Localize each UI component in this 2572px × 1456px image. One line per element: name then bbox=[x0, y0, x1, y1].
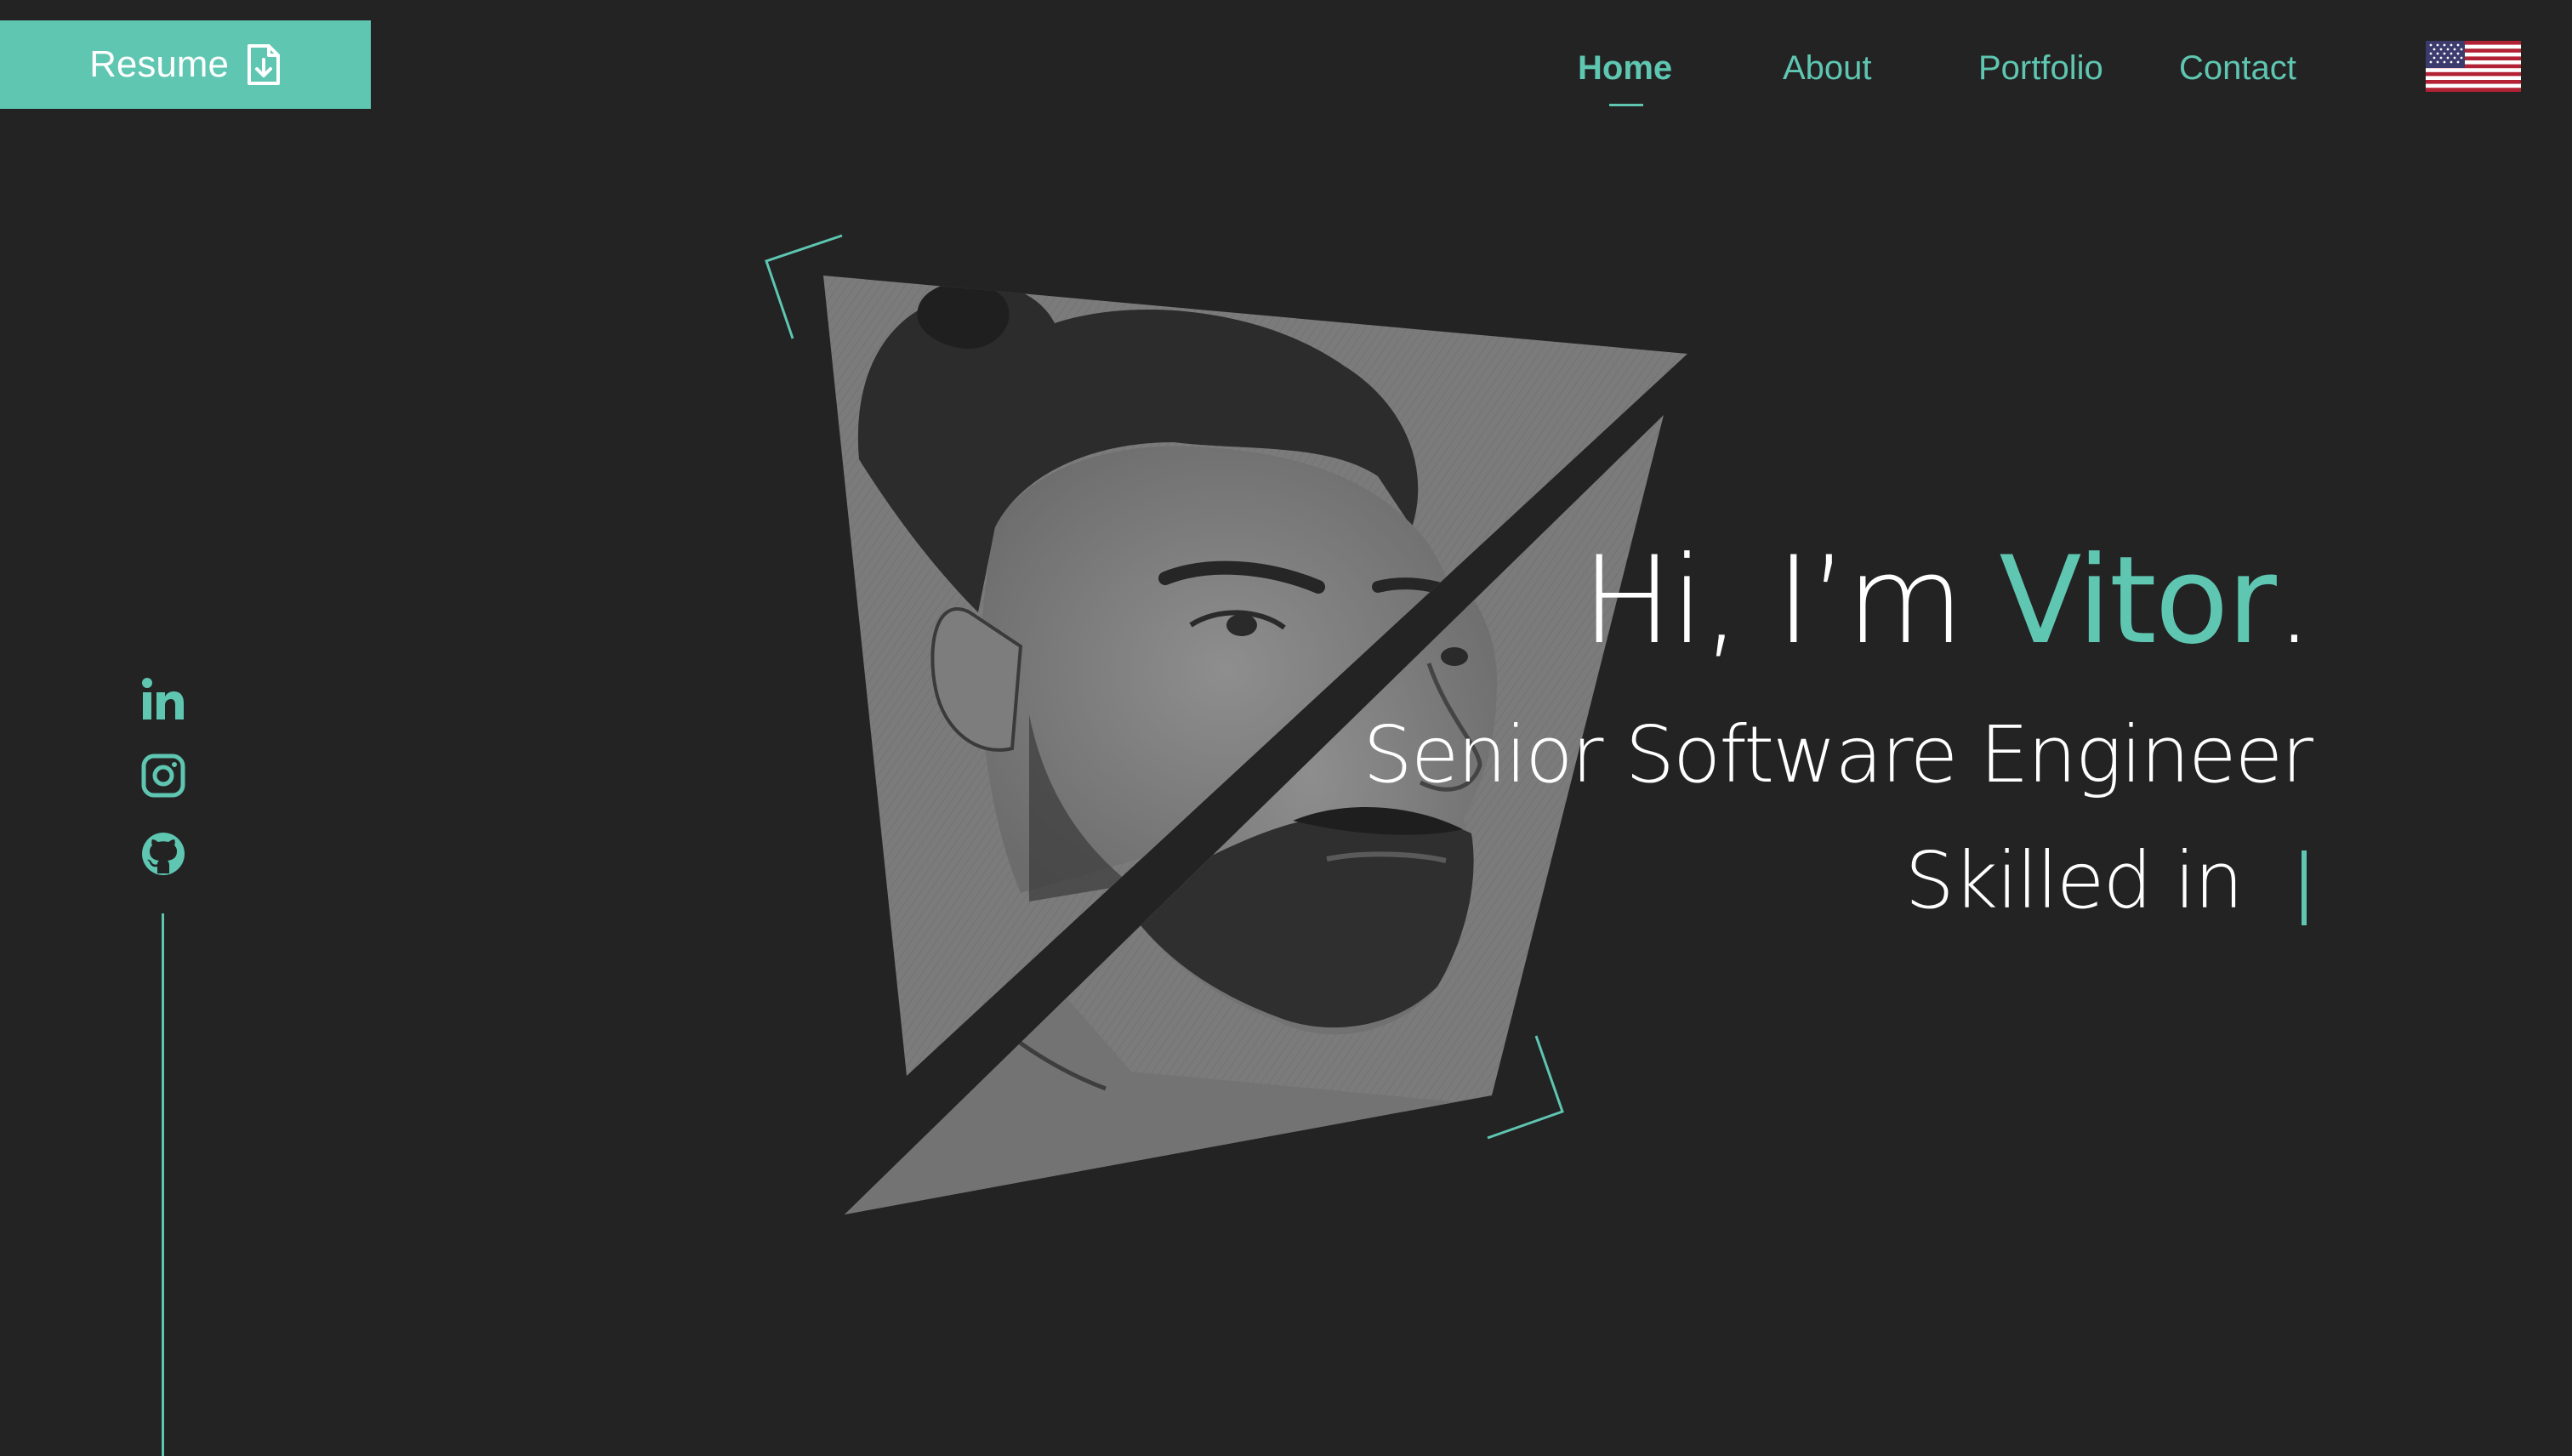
greeting-text: Hi, I’m bbox=[1581, 531, 2000, 671]
hero-name-suffix: . bbox=[2274, 531, 2313, 671]
hero-job-title: Senior Software Engineer bbox=[1363, 709, 2313, 800]
hero-name: Vitor bbox=[1999, 531, 2276, 671]
typing-cursor bbox=[2302, 850, 2307, 925]
hero-greeting: Hi, I’m Vitor. bbox=[1581, 541, 2313, 662]
hero-skills-prefix: Skilled in bbox=[1904, 835, 2244, 926]
